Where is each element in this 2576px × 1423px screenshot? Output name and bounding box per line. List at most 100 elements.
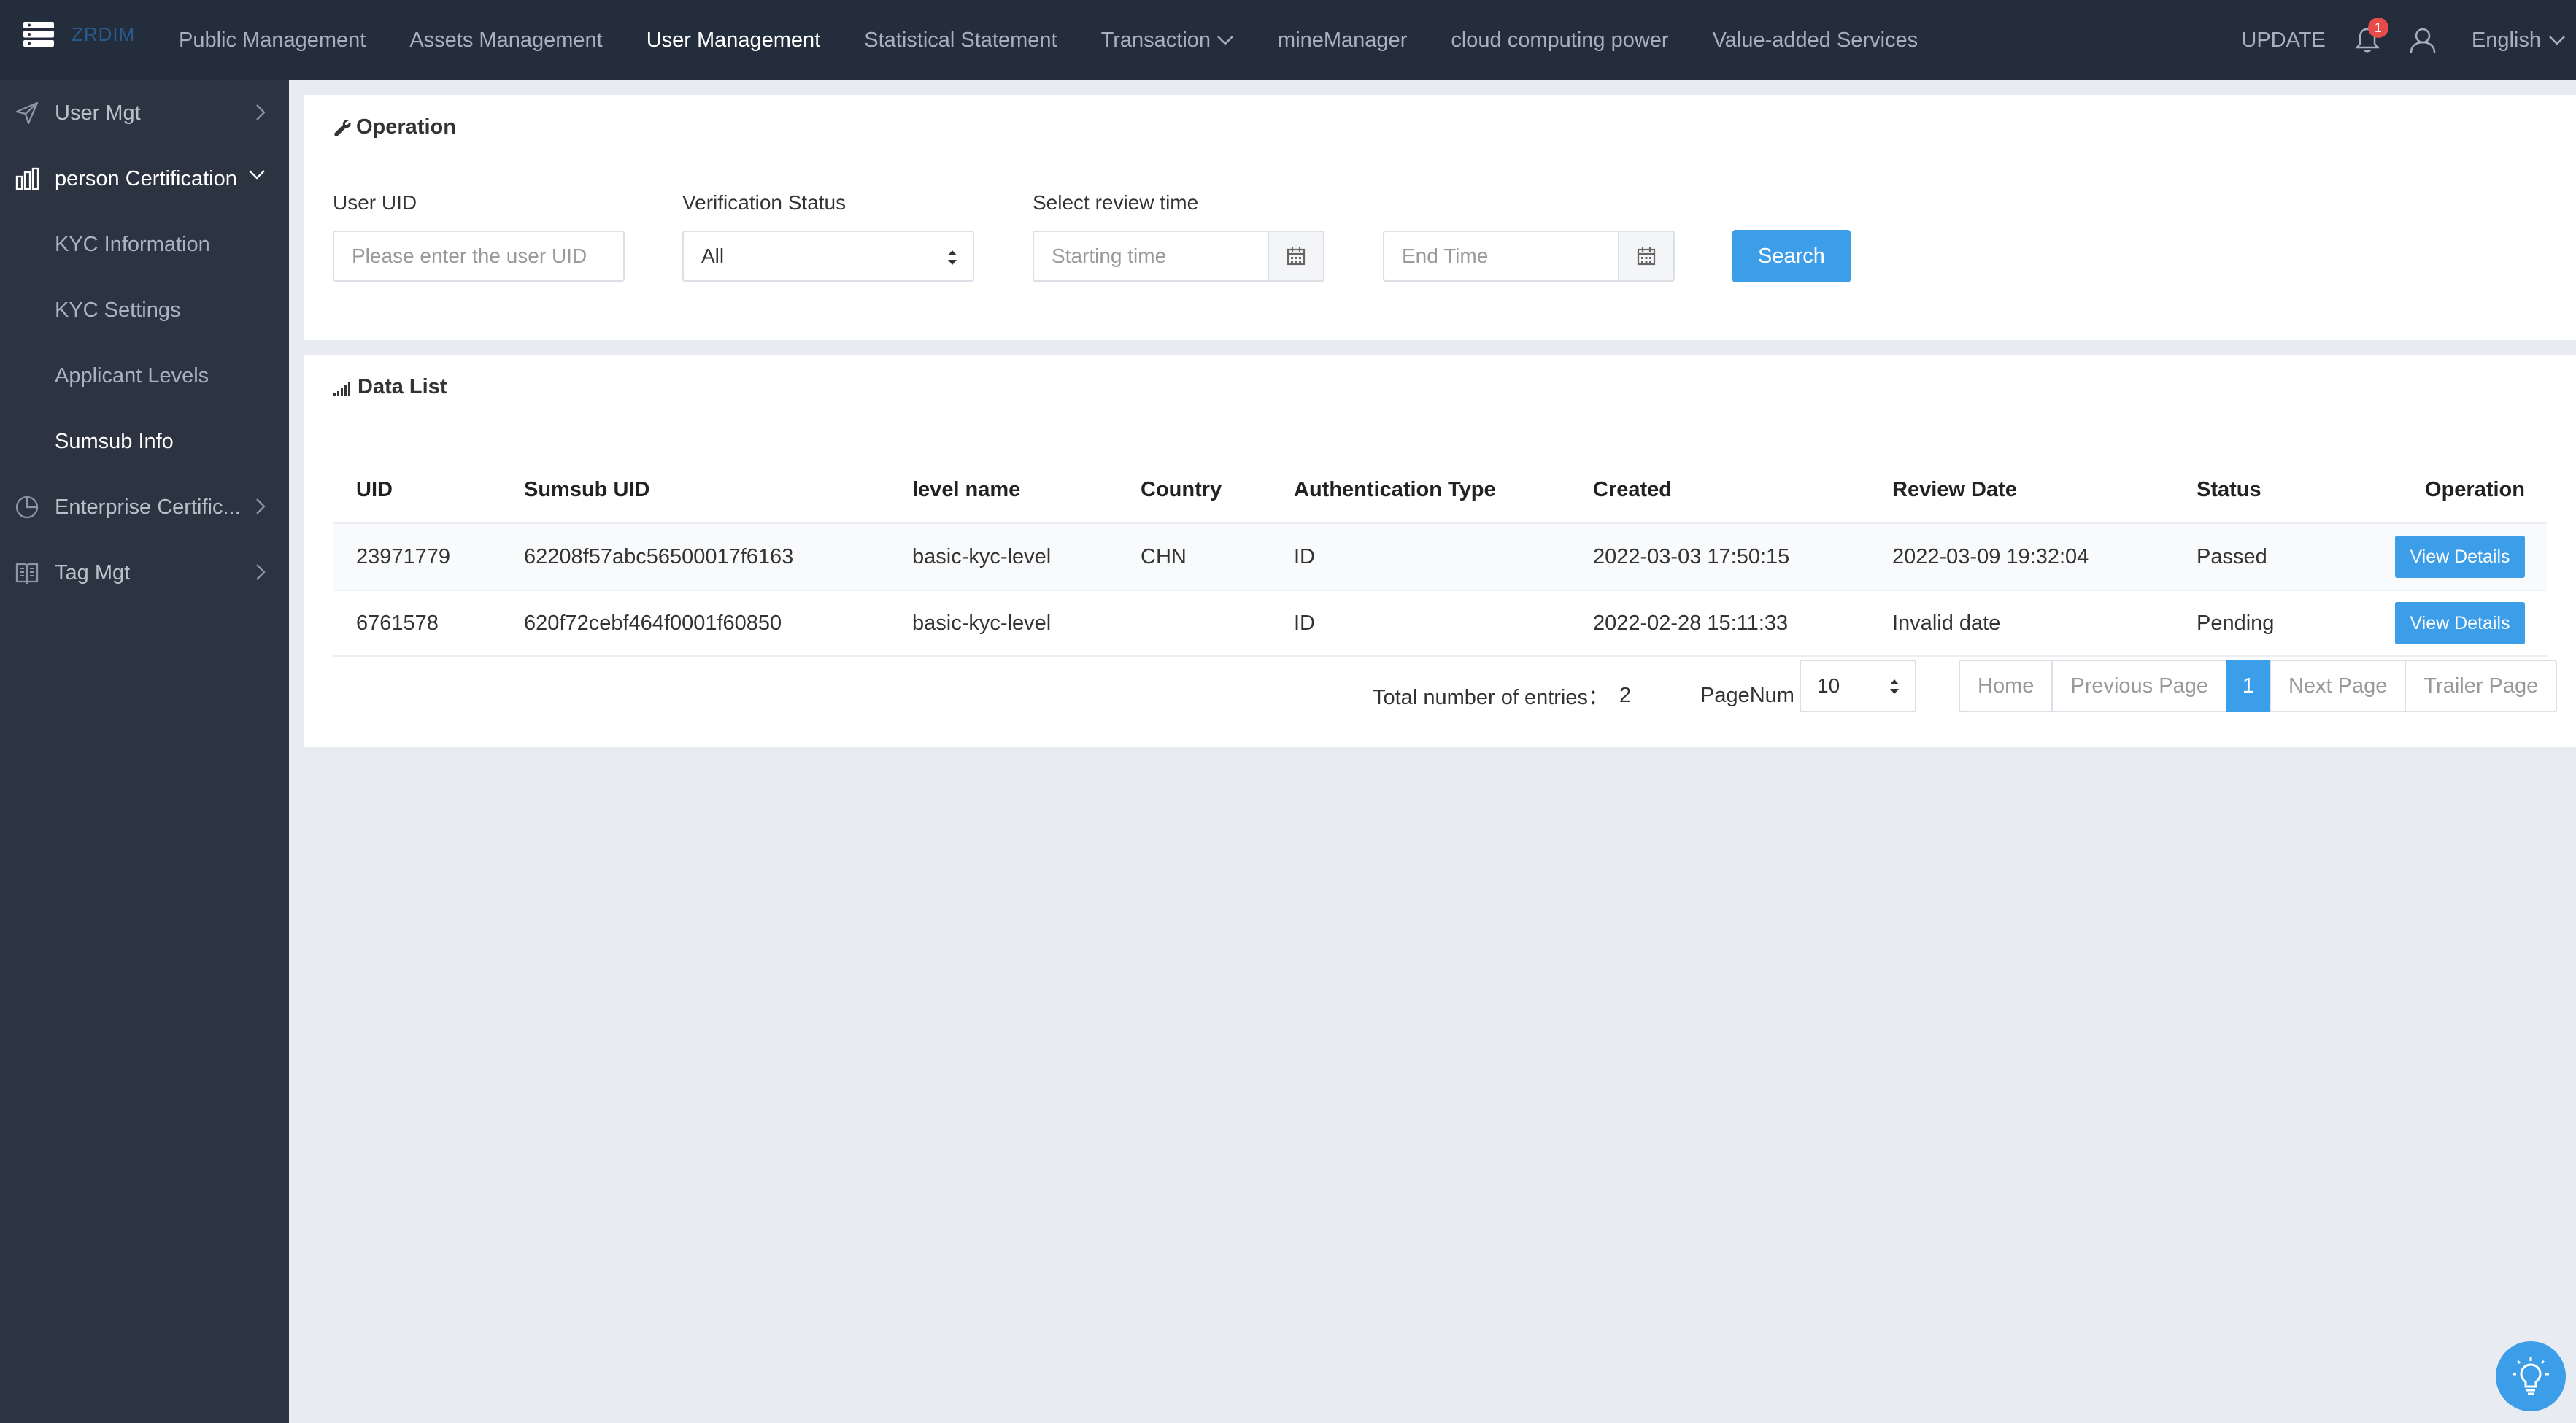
status-select-value: All	[701, 244, 725, 267]
chevron-right-icon	[255, 563, 266, 581]
nav-assets-management[interactable]: Assets Management	[387, 0, 624, 80]
cell-auth-type: ID	[1294, 611, 1315, 635]
cell-sumsub-uid: 620f72cebf464f0001f60850	[524, 611, 782, 635]
start-time-placeholder: Starting time	[1052, 244, 1167, 267]
cell-auth-type: ID	[1294, 544, 1315, 568]
cell-status: Passed	[2197, 544, 2267, 568]
update-button[interactable]: UPDATE	[2241, 28, 2325, 53]
cell-status: Pending	[2197, 611, 2275, 635]
sidebar-subitem-sumsub-info[interactable]: Sumsub Info	[0, 409, 289, 474]
pie-chart-icon	[15, 495, 44, 520]
view-details-button[interactable]: View Details	[2395, 536, 2525, 578]
nav-label: Statistical Statement	[864, 28, 1057, 52]
col-header-status: Status	[2197, 477, 2261, 501]
brand-logo-text: ZRDIM	[72, 23, 136, 45]
nav-public-management[interactable]: Public Management	[157, 0, 387, 80]
pager-trailer[interactable]: Trailer Page	[2405, 660, 2558, 712]
sidebar-subitem-label: Sumsub Info	[55, 429, 174, 453]
pager-current-page[interactable]: 1	[2225, 660, 2271, 712]
book-icon	[15, 560, 44, 585]
sidebar-item-label: User Mgt	[55, 101, 141, 125]
sidebar-item-person-certification[interactable]: person Certification	[0, 146, 289, 212]
page-size-value: 10	[1817, 674, 1840, 697]
nav-transaction[interactable]: Transaction	[1079, 0, 1256, 80]
calendar-icon[interactable]	[1268, 231, 1324, 282]
logo[interactable]: ZRDIM	[23, 22, 135, 47]
bar-chart-icon	[15, 166, 44, 191]
chevron-right-icon	[255, 104, 266, 121]
sidebar-subitem-kyc-settings[interactable]: KYC Settings	[0, 277, 289, 343]
send-icon	[15, 101, 44, 126]
chevron-down-icon	[248, 169, 266, 180]
col-header-operation: Operation	[2425, 477, 2525, 501]
help-button[interactable]	[2496, 1341, 2566, 1411]
wrench-icon	[333, 118, 356, 137]
sidebar-item-label: Enterprise Certific...	[55, 495, 241, 519]
status-label: Verification Status	[682, 191, 847, 214]
page-num-label: PageNum	[1700, 683, 1794, 707]
col-header-review-date: Review Date	[1892, 477, 2017, 501]
cell-uid: 6761578	[356, 611, 439, 635]
operation-title: Operation	[333, 115, 456, 139]
cell-level-name: basic-kyc-level	[912, 544, 1052, 568]
nav-label: Transaction	[1100, 28, 1211, 52]
cell-review-date: 2022-03-09 19:32:04	[1892, 544, 2089, 568]
cell-review-date: Invalid date	[1892, 611, 2001, 635]
total-entries: Total number of entries： 2	[1373, 670, 1631, 721]
sidebar-item-user-mgt[interactable]: User Mgt	[0, 80, 289, 146]
cell-operation: View Details	[2395, 524, 2525, 590]
cell-uid: 23971779	[356, 544, 451, 568]
nav-label: Public Management	[179, 28, 366, 52]
data-table: UID Sumsub UID level name Country Authen…	[333, 457, 2547, 657]
sidebar-subitem-applicant-levels[interactable]: Applicant Levels	[0, 343, 289, 409]
sidebar-item-label: person Certification	[55, 166, 237, 190]
language-selector[interactable]: English	[2472, 28, 2566, 53]
operation-panel: Operation User UID Please enter the user…	[304, 95, 2576, 340]
chevron-down-icon	[2541, 35, 2566, 45]
main-nav: Public Management Assets Management User…	[157, 0, 1940, 80]
nav-mine-manager[interactable]: mineManager	[1256, 0, 1429, 80]
col-header-created: Created	[1593, 477, 1672, 501]
pager-next[interactable]: Next Page	[2269, 660, 2407, 712]
total-entries-label: Total number of entries：	[1373, 686, 1609, 709]
notification-button[interactable]: 1	[2355, 18, 2388, 54]
sidebar-subitem-label: KYC Settings	[55, 298, 181, 322]
col-header-sumsub-uid: Sumsub UID	[524, 477, 650, 501]
nav-cloud-computing-power[interactable]: cloud computing power	[1429, 0, 1690, 80]
cell-created: 2022-02-28 15:11:33	[1593, 611, 1789, 635]
status-select[interactable]: All	[682, 231, 974, 282]
table-header: UID Sumsub UID level name Country Authen…	[333, 457, 2547, 522]
end-time-input[interactable]: End Time	[1383, 231, 1675, 282]
data-list-title: Data List	[333, 375, 447, 399]
data-list-panel: Data List UID Sumsub UID level name Coun…	[304, 355, 2576, 747]
signal-bars-icon	[333, 379, 358, 396]
review-time-label: Select review time	[1033, 191, 1199, 214]
col-header-country: Country	[1141, 477, 1222, 501]
table-row: 23971779 62208f57abc56500017f6163 basic-…	[333, 522, 2547, 590]
calendar-icon[interactable]	[1618, 231, 1675, 282]
view-details-button[interactable]: View Details	[2395, 602, 2525, 644]
search-button[interactable]: Search	[1732, 230, 1851, 282]
top-navbar: ZRDIM Public Management Assets Managemen…	[0, 0, 2576, 80]
pager-previous[interactable]: Previous Page	[2051, 660, 2227, 712]
operation-title-text: Operation	[356, 115, 456, 139]
page-size-select[interactable]: 10	[1800, 660, 1916, 712]
uid-input[interactable]: Please enter the user UID	[333, 231, 625, 282]
pager-home[interactable]: Home	[1959, 660, 2054, 712]
cell-sumsub-uid: 62208f57abc56500017f6163	[524, 544, 794, 568]
nav-statistical-statement[interactable]: Statistical Statement	[842, 0, 1079, 80]
top-right-tools: UPDATE 1 English	[2241, 0, 2576, 80]
user-icon[interactable]	[2409, 26, 2437, 54]
col-header-uid: UID	[356, 477, 393, 501]
nav-value-added-services[interactable]: Value-added Services	[1691, 0, 1940, 80]
sidebar-subitem-label: Applicant Levels	[55, 363, 209, 387]
sidebar-item-tag-mgt[interactable]: Tag Mgt	[0, 540, 289, 606]
menu-toggle-icon[interactable]	[23, 22, 54, 47]
start-time-input[interactable]: Starting time	[1033, 231, 1324, 282]
nav-label: User Management	[646, 28, 821, 52]
nav-label: Assets Management	[409, 28, 603, 52]
sidebar-subitem-kyc-information[interactable]: KYC Information	[0, 212, 289, 277]
sort-arrows-icon	[946, 248, 958, 267]
sidebar-item-enterprise-certification[interactable]: Enterprise Certific...	[0, 474, 289, 540]
nav-user-management[interactable]: User Management	[625, 0, 843, 80]
